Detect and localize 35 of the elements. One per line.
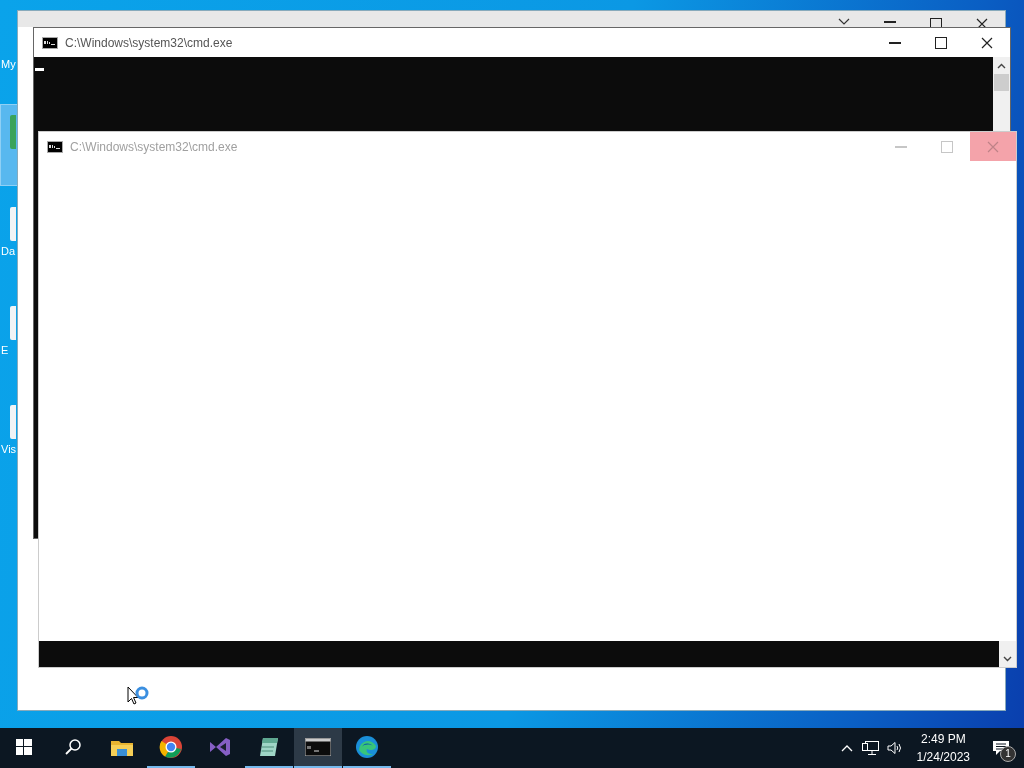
chevron-down-icon: [1003, 655, 1012, 662]
speaker-icon: [886, 741, 903, 755]
windows-logo-icon: [16, 739, 32, 755]
browser-icon: [159, 735, 183, 759]
notification-count: 1: [1000, 746, 1016, 762]
close-icon: [976, 18, 988, 27]
chevron-up-icon: [997, 62, 1006, 69]
notepad-icon: [258, 735, 280, 759]
scrollbar[interactable]: [999, 641, 1016, 667]
console-icon: [47, 140, 63, 153]
shortcut-label[interactable]: E: [1, 344, 9, 356]
console-icon: [42, 36, 58, 49]
close-icon: [987, 140, 999, 153]
shortcut-label[interactable]: Vis: [1, 443, 17, 455]
window-title: C:\Windows\system32\cmd.exe: [65, 35, 233, 50]
minimize-icon: [884, 18, 896, 26]
maximize-icon: [941, 140, 953, 153]
scrollbar[interactable]: [993, 57, 1010, 131]
window-title: C:\Windows\system32\cmd.exe: [70, 139, 238, 154]
terminal-icon: [305, 738, 331, 756]
notifications-button[interactable]: 1: [986, 728, 1016, 768]
chevron-icon: [838, 18, 850, 25]
clock-button[interactable]: 2:49 PM 1/24/2023: [906, 730, 982, 766]
shortcut-label[interactable]: My: [1, 58, 16, 70]
network-icon: [861, 740, 880, 756]
scroll-thumb[interactable]: [994, 74, 1009, 91]
maximize-icon: [930, 18, 942, 27]
maximize-icon: [935, 36, 947, 49]
browser-icon: [355, 735, 379, 759]
chevron-up-icon: [840, 744, 853, 752]
taskbar-button[interactable]: [294, 728, 342, 768]
shortcut-label[interactable]: Da: [1, 245, 16, 257]
close-icon: [981, 36, 993, 49]
bowtie-icon: [208, 735, 232, 759]
search-icon: [65, 739, 81, 755]
